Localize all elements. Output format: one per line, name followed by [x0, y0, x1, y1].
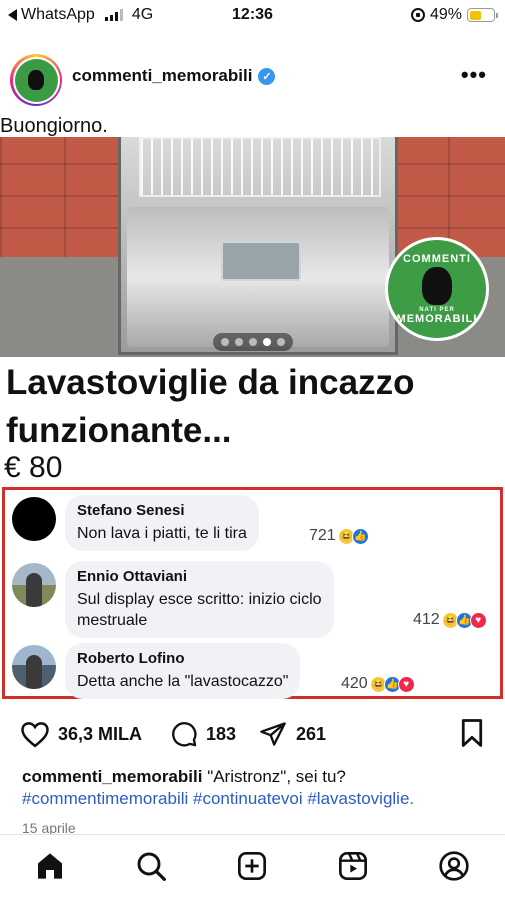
- battery-percent: 49%: [429, 6, 462, 23]
- dishwasher: [118, 137, 398, 355]
- rotation-lock-icon: [410, 8, 425, 22]
- headline: Lavastoviglie da incazzo funzionante...: [6, 363, 415, 450]
- comment-icon: [172, 722, 197, 747]
- carousel-dot: [276, 338, 285, 346]
- commenter-avatar: [12, 645, 56, 689]
- bottom-navigation: [0, 834, 505, 900]
- comment-bubble: Roberto Lofino Detta anche la "lavastoca…: [65, 643, 301, 699]
- reaction-count: 412: [413, 611, 440, 628]
- comment-item: Stefano Senesi Non lava i piatti, te li …: [9, 493, 496, 559]
- commenter-name: Stefano Senesi: [77, 502, 185, 519]
- bookmark-icon: [461, 719, 483, 747]
- caption-hashtags[interactable]: #commentimemorabili #continuatevoi #lava…: [22, 788, 492, 810]
- love-reaction-icon: ♥: [469, 611, 487, 629]
- like-button[interactable]: 36,3 MILA: [20, 720, 142, 748]
- shares-count: 261: [296, 723, 327, 744]
- reaction-count: 420: [341, 675, 368, 692]
- love-reaction-icon: ♥: [397, 675, 415, 693]
- commenti-memorabili-badge: COMMENTI NATI PER MEMORABILI: [385, 237, 489, 341]
- post-image[interactable]: Buongiorno. COMMENTI NATI PER MEMORABILI…: [0, 111, 505, 701]
- carousel-dot: [220, 338, 229, 346]
- comment-item: Roberto Lofino Detta anche la "lavastoca…: [9, 641, 496, 701]
- brand-logo: [14, 58, 58, 102]
- carousel-dot: [262, 338, 271, 346]
- commenter-name: Roberto Lofino: [77, 650, 185, 667]
- send-icon: [260, 722, 286, 746]
- commenter-avatar: [12, 497, 56, 541]
- comment-reactions: 412 😆 👍 ♥: [413, 611, 487, 629]
- comment-text: Sul display esce scritto: inizio ciclo m…: [77, 591, 322, 629]
- comments-count: 183: [206, 723, 237, 744]
- reels-icon[interactable]: [336, 849, 370, 883]
- post-header: commenti_memorabili ✓ •••: [0, 50, 505, 106]
- likes-count: 36,3 MILA: [58, 723, 143, 744]
- reaction-count: 721: [309, 527, 336, 544]
- heart-icon: [21, 722, 49, 748]
- more-options-icon[interactable]: •••: [461, 64, 487, 86]
- image-top-caption: Buongiorno.: [0, 115, 108, 137]
- comment-text: Detta anche la "lavastocazzo": [77, 673, 289, 690]
- like-reaction-icon: 👍: [351, 527, 369, 545]
- avatar[interactable]: [10, 54, 62, 106]
- share-button[interactable]: 261: [258, 720, 326, 748]
- battery-icon: [467, 8, 498, 22]
- caption-username[interactable]: commenti_memorabili: [22, 767, 202, 786]
- verified-badge-icon: ✓: [258, 67, 276, 85]
- dishwasher-photo: COMMENTI NATI PER MEMORABILI: [0, 137, 505, 357]
- search-icon[interactable]: [134, 849, 168, 883]
- carousel-dot: [248, 338, 257, 346]
- status-bar: WhatsApp 4G 12:36 49%: [0, 0, 505, 30]
- comment-reactions: 420 😆 👍 ♥: [341, 675, 415, 693]
- home-icon[interactable]: [33, 849, 67, 883]
- comment-bubble: Ennio Ottaviani Sul display esce scritto…: [65, 561, 334, 638]
- comment-button[interactable]: 183: [170, 720, 236, 748]
- comment-reactions: 721 😆 👍: [309, 527, 369, 545]
- comment-text: Non lava i piatti, te li tira: [77, 525, 247, 542]
- create-icon[interactable]: [235, 849, 269, 883]
- caption-text: "Aristronz", sei tu?: [207, 767, 346, 786]
- profile-icon[interactable]: [437, 849, 471, 883]
- carousel-indicator: [0, 333, 505, 351]
- highlighted-comments: Stefano Senesi Non lava i piatti, te li …: [2, 487, 503, 699]
- post-username[interactable]: commenti_memorabili ✓: [72, 66, 276, 86]
- commenter-name: Ennio Ottaviani: [77, 568, 188, 585]
- comment-item: Ennio Ottaviani Sul display esce scritto…: [9, 559, 496, 641]
- save-button[interactable]: [459, 718, 485, 753]
- post-caption: commenti_memorabili "Aristronz", sei tu?…: [22, 766, 492, 810]
- carousel-dot: [234, 338, 243, 346]
- post-actions: 36,3 MILA 183 261: [0, 712, 505, 756]
- price: € 80: [4, 451, 63, 484]
- comment-bubble: Stefano Senesi Non lava i piatti, te li …: [65, 495, 259, 551]
- username-label: commenti_memorabili: [72, 66, 253, 85]
- commenter-avatar: [12, 563, 56, 607]
